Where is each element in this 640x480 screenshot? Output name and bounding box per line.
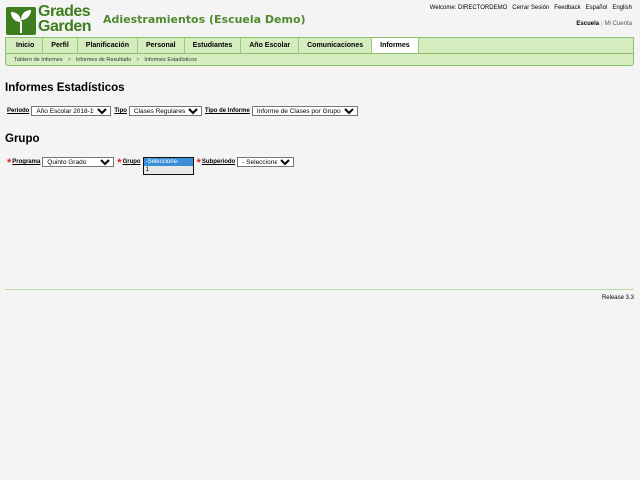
tab-comunicaciones[interactable]: Comunicaciones bbox=[299, 38, 373, 53]
breadcrumb-separator: > bbox=[136, 56, 140, 63]
breadcrumb-resultado[interactable]: Informes de Resultado bbox=[76, 57, 131, 63]
app-title: Adiestramientos (Escuela Demo) bbox=[103, 13, 306, 26]
tab-inicio[interactable]: Inicio bbox=[8, 38, 44, 53]
grupo-label: Grupo bbox=[122, 159, 141, 165]
release-label: Release 3.3 bbox=[601, 295, 634, 301]
feedback-link[interactable]: Feedback bbox=[554, 5, 580, 11]
breadcrumb-estadisticos: Informes Estadísticos bbox=[144, 56, 197, 63]
account-links: Escuela | Mi Cuenta bbox=[576, 21, 632, 27]
footer-divider bbox=[5, 289, 634, 290]
english-link[interactable]: English bbox=[612, 5, 632, 11]
tab-ano-escolar[interactable]: Año Escolar bbox=[241, 38, 300, 53]
spanish-link[interactable]: Español bbox=[586, 5, 608, 11]
periodo-select[interactable]: Año Escolar 2018-19 bbox=[31, 106, 112, 116]
tipo-informe-select[interactable]: Informe de Clases por Grupo bbox=[251, 106, 358, 116]
group-filters: * Programa Quinto Grado * Grupo -Selecci… bbox=[7, 157, 297, 175]
tab-personal[interactable]: Personal bbox=[138, 38, 185, 53]
welcome-text: Welcome: DIRECTORDEMO bbox=[429, 5, 508, 11]
logout-link[interactable]: Cerrar Sesión bbox=[512, 5, 549, 11]
required-marker: * bbox=[117, 157, 122, 169]
section-title: Grupo bbox=[5, 133, 40, 145]
tipo-label: Tipo bbox=[114, 108, 127, 114]
subperiodo-label: Subperiodo bbox=[201, 159, 236, 165]
tab-informes[interactable]: Informes bbox=[372, 38, 419, 53]
required-marker: * bbox=[7, 157, 12, 169]
subperiodo-select[interactable]: - Seleccione - bbox=[237, 157, 295, 167]
school-link[interactable]: Escuela bbox=[576, 21, 599, 27]
my-account-link[interactable]: Mi Cuenta bbox=[605, 21, 632, 27]
grupo-option-seleccione[interactable]: -Seleccione- bbox=[143, 158, 193, 166]
leaf-logo-icon bbox=[6, 7, 36, 35]
periodo-label: Periodo bbox=[7, 108, 30, 114]
required-marker: * bbox=[196, 157, 201, 169]
report-filters: Periodo Año Escolar 2018-19 Tipo Clases … bbox=[7, 106, 361, 116]
tipo-select[interactable]: Clases Regulares bbox=[128, 106, 202, 116]
top-links: Welcome: DIRECTORDEMO Cerrar Sesión Feed… bbox=[430, 5, 632, 11]
tab-planificacion[interactable]: Planificación bbox=[78, 38, 138, 53]
grupo-option-1[interactable]: 1 bbox=[143, 166, 193, 174]
tipo-informe-label: Tipo de Informe bbox=[204, 108, 250, 114]
grupo-dropdown-list[interactable]: -Seleccione- 1 bbox=[142, 157, 194, 175]
breadcrumb-tablero[interactable]: Tablero de Informes bbox=[14, 57, 63, 63]
tab-estudiantes[interactable]: Estudiantes bbox=[185, 38, 242, 53]
grades-garden-logo[interactable]: Grades Garden bbox=[6, 3, 96, 36]
tab-perfil[interactable]: Perfil bbox=[43, 38, 78, 53]
grupo-dropdown[interactable]: -Seleccione- 1 bbox=[142, 157, 194, 175]
logo-text: Grades Garden bbox=[38, 3, 92, 35]
breadcrumb-separator: > bbox=[67, 56, 71, 63]
programa-select[interactable]: Quinto Grado bbox=[42, 157, 115, 167]
breadcrumb: Tablero de Informes > Informes de Result… bbox=[5, 53, 634, 66]
main-nav: Inicio Perfil Planificación Personal Est… bbox=[5, 37, 634, 53]
programa-label: Programa bbox=[12, 159, 41, 165]
page-title: Informes Estadísticos bbox=[5, 82, 125, 94]
